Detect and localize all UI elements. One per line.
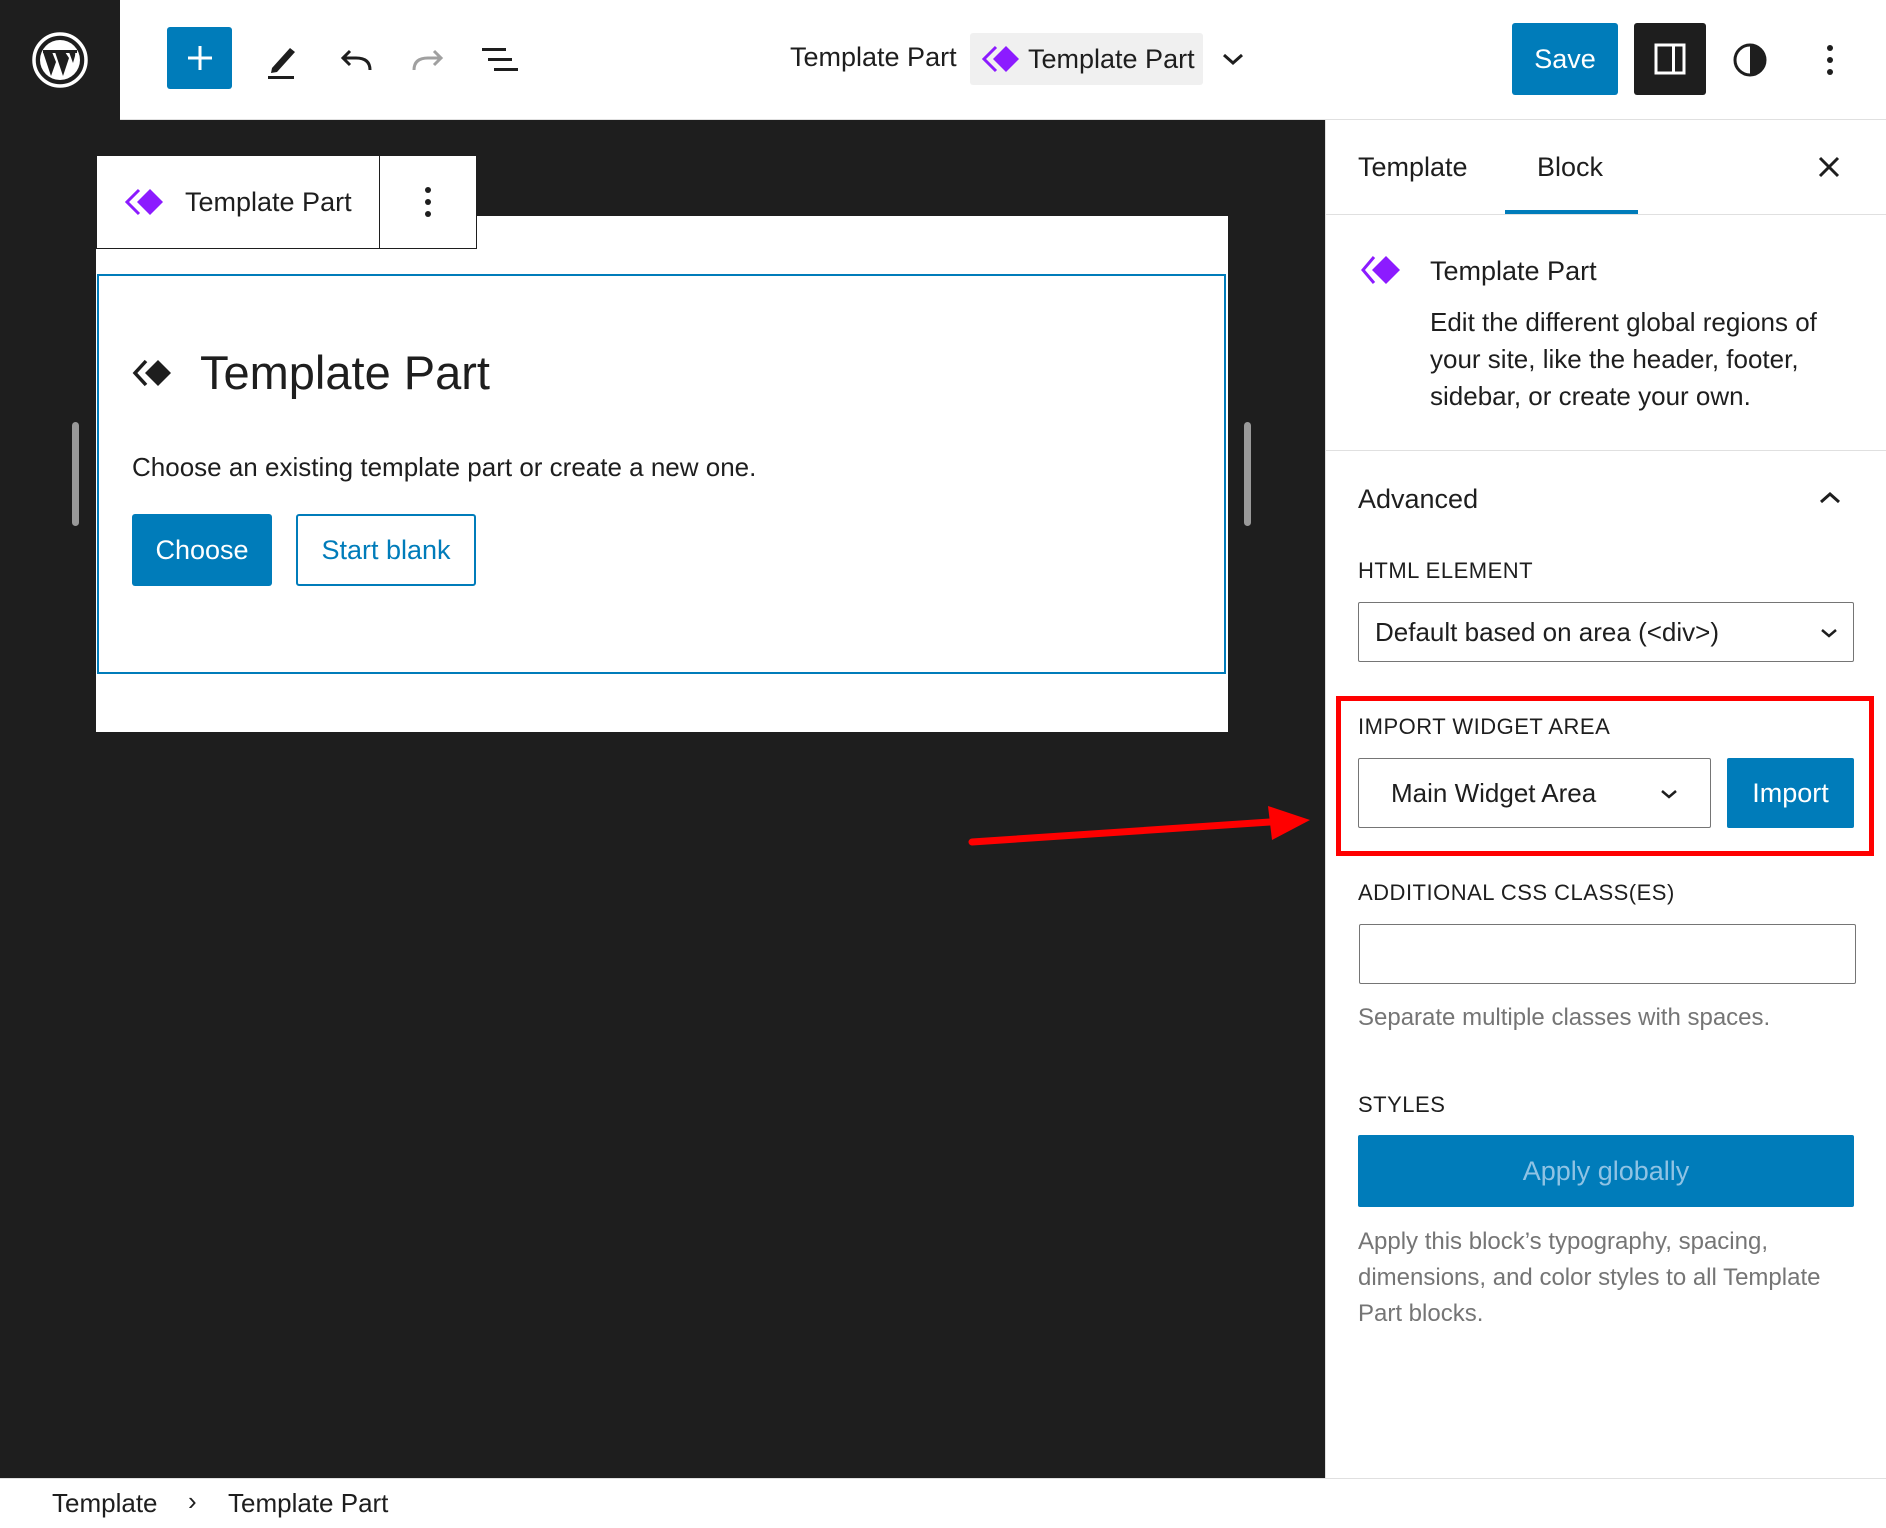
close-sidebar-button[interactable] — [1810, 148, 1848, 186]
placeholder-title-text: Template Part — [200, 346, 490, 399]
more-vertical-icon — [1827, 45, 1833, 75]
annotation-arrow — [960, 800, 1320, 860]
undo-icon — [340, 49, 372, 71]
advanced-panel-title[interactable]: Advanced — [1358, 484, 1478, 515]
apply-globally-button[interactable]: Apply globally — [1358, 1135, 1854, 1207]
breadcrumb-item-template-part[interactable]: Template Part — [228, 1488, 388, 1519]
undo-button[interactable] — [334, 30, 378, 90]
save-button[interactable]: Save — [1512, 23, 1618, 95]
settings-sidebar-toggle[interactable] — [1634, 23, 1706, 95]
document-title-label: Template Part — [790, 42, 957, 72]
additional-css-help: Separate multiple classes with spaces. — [1358, 1004, 1771, 1031]
sidebar-icon — [1654, 43, 1686, 75]
import-button[interactable]: Import — [1727, 758, 1854, 828]
additional-css-input[interactable] — [1359, 924, 1856, 984]
block-toolbar: Template Part — [96, 155, 477, 249]
list-view-button[interactable] — [476, 30, 524, 90]
styles-label: STYLES — [1358, 1092, 1446, 1117]
template-part-icon — [1361, 256, 1400, 284]
block-toolbar-label: Template Part — [185, 186, 352, 217]
template-part-icon — [132, 359, 171, 386]
chevron-up-icon — [1820, 491, 1840, 504]
canvas-resize-handle-left[interactable] — [72, 422, 79, 526]
active-tab-indicator — [1505, 210, 1638, 214]
document-title-dropdown[interactable] — [1216, 42, 1250, 76]
block-card-description: Edit the different global regions of you… — [1430, 307, 1817, 411]
document-title-badge-label: Template Part — [1028, 43, 1195, 74]
pencil-icon — [268, 48, 295, 79]
start-blank-button[interactable]: Start blank — [296, 514, 476, 586]
canvas-resize-handle-right[interactable] — [1244, 422, 1251, 526]
chevron-down-icon — [1223, 53, 1243, 66]
add-block-button[interactable] — [167, 27, 232, 89]
apply-globally-help: Apply this block’s typography, spacing, … — [1358, 1228, 1821, 1327]
wordpress-logo-button[interactable] — [0, 0, 120, 120]
half-circle-icon — [1733, 43, 1767, 77]
styles-button[interactable] — [1730, 30, 1770, 90]
breadcrumb-item-template[interactable]: Template — [52, 1488, 158, 1519]
document-title-badge[interactable]: Template Part — [970, 33, 1203, 85]
block-card-icon — [1360, 252, 1404, 288]
close-icon — [1818, 156, 1840, 178]
more-vertical-icon — [425, 187, 431, 217]
additional-css-label: ADDITIONAL CSS CLASS(ES) — [1358, 880, 1675, 905]
breadcrumb-separator: › — [188, 1486, 197, 1516]
redo-icon — [412, 49, 444, 71]
chevron-down-icon — [1816, 620, 1842, 646]
placeholder-title: Template Part — [132, 345, 490, 400]
tab-block[interactable]: Block — [1537, 152, 1603, 183]
list-view-icon — [482, 48, 518, 71]
options-menu-button[interactable] — [1812, 30, 1848, 90]
block-card-title: Template Part — [1430, 256, 1597, 286]
tools-edit-button[interactable] — [262, 30, 302, 90]
template-part-icon — [982, 45, 1019, 73]
block-options-button[interactable] — [380, 156, 476, 248]
advanced-panel-toggle[interactable] — [1814, 482, 1846, 514]
html-element-select[interactable]: Default based on area (<div>) — [1358, 602, 1854, 662]
placeholder-description: Choose an existing template part or crea… — [132, 452, 757, 482]
block-switcher-button[interactable]: Template Part — [97, 156, 380, 248]
import-widget-area-label: IMPORT WIDGET AREA — [1358, 714, 1611, 739]
plus-icon — [187, 46, 212, 70]
tab-template[interactable]: Template — [1358, 152, 1468, 183]
wordpress-logo-icon — [32, 32, 88, 88]
divider — [1326, 450, 1886, 451]
html-element-label: HTML ELEMENT — [1358, 558, 1534, 583]
chevron-down-icon — [1656, 781, 1682, 807]
redo-button[interactable] — [406, 30, 450, 90]
choose-button[interactable]: Choose — [132, 514, 272, 586]
template-part-icon — [125, 188, 163, 216]
